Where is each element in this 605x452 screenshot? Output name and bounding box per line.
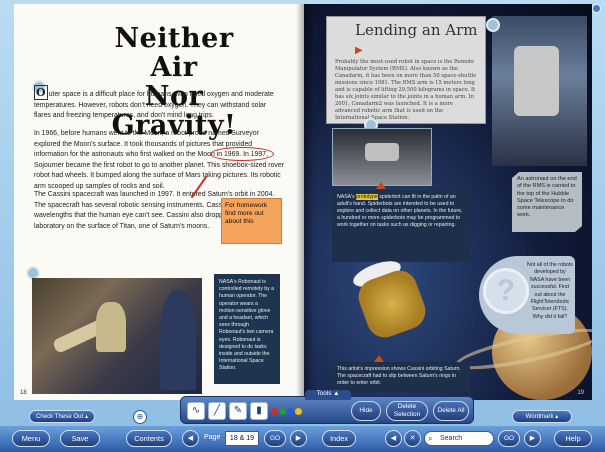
search-next-icon[interactable]: ▶ xyxy=(524,430,541,447)
sticky-note[interactable]: For homework find more out about this xyxy=(221,198,282,244)
delete-selection-button[interactable]: Delete Selection xyxy=(386,401,428,421)
ftis-text: Not all of the robots developed by NASA … xyxy=(527,262,573,320)
spiderbot-photo[interactable] xyxy=(332,128,432,186)
tool-icon-group: ∿ ╱ ✎ ▮ xyxy=(187,401,302,421)
page-go-button[interactable]: GO xyxy=(264,430,286,447)
play-triangle-icon[interactable]: ▶ xyxy=(355,45,363,56)
close-button[interactable] xyxy=(592,4,601,13)
bottom-toolbar: Menu Save Contents ◀ Page 18 & 19 GO ▶ I… xyxy=(0,426,605,452)
question-mark-icon: ? xyxy=(483,268,529,314)
cassini-illustration[interactable] xyxy=(314,254,474,354)
swatch-green[interactable] xyxy=(279,407,286,415)
hubble-telescope-photo[interactable] xyxy=(492,16,587,166)
title-line-1: Neither Air xyxy=(114,23,234,83)
page-number-right: 19 xyxy=(577,390,584,396)
lending-title: Lending an Arm xyxy=(355,21,478,39)
spiderbot-figure xyxy=(365,143,399,161)
zoom-icon[interactable]: ⊕ xyxy=(133,410,147,424)
book-spread: Neither Air Nor Gravity! Outer space is … xyxy=(14,4,592,400)
tools-panel: Tools ▲ ∿ ╱ ✎ ▮ Hide Delete Selection De… xyxy=(180,390,474,424)
highlighter-icon[interactable]: ╱ xyxy=(208,402,226,420)
section-heading: Lending an Arm ▶ xyxy=(327,17,485,57)
right-page: Lending an Arm ▶ Probably the most-used … xyxy=(304,4,592,400)
pen-icon[interactable]: ✎ xyxy=(229,402,247,420)
freehand-icon[interactable]: ∿ xyxy=(187,402,205,420)
search-back-icon[interactable]: ◀ xyxy=(385,430,402,447)
eraser-icon[interactable]: ▮ xyxy=(250,402,268,420)
hide-button[interactable]: Hide xyxy=(351,401,381,421)
index-button[interactable]: Index xyxy=(322,430,356,447)
save-button[interactable]: Save xyxy=(60,430,100,447)
book-spine xyxy=(296,4,314,400)
swatch-blue[interactable] xyxy=(287,407,294,415)
paragraph-1: Outer space is a difficult place for hum… xyxy=(34,85,284,122)
page-number-input[interactable]: 18 & 19 xyxy=(225,431,259,446)
left-page: Neither Air Nor Gravity! Outer space is … xyxy=(14,4,304,400)
delete-all-button[interactable]: Delete All xyxy=(433,401,469,421)
robonaut-caption: NASA's Robonaut is controlled remotely b… xyxy=(214,274,280,384)
highlighted-word[interactable]: prototype xyxy=(356,194,378,200)
hotspot-marker[interactable] xyxy=(486,18,500,32)
search-input[interactable]: ⌕ Search xyxy=(424,431,494,446)
search-icon: ⌕ xyxy=(428,434,433,443)
page-title: Neither Air Nor Gravity! xyxy=(94,24,254,140)
lending-text: Probably the most-used robot in space is… xyxy=(335,59,477,121)
wordmark-button[interactable]: Wordmark ▴ xyxy=(512,410,572,423)
caption-arrow-icon xyxy=(376,182,386,189)
hubble-caption: An astronaut on the end of the RMS is ca… xyxy=(512,172,582,232)
contents-button[interactable]: Contents xyxy=(126,430,172,447)
robonaut-figure xyxy=(96,302,126,352)
operator-figure xyxy=(160,290,196,390)
spiderbot-caption: NASA's prototype spiderbot can fit in th… xyxy=(332,190,470,262)
prev-page-icon[interactable]: ◀ xyxy=(182,430,199,447)
drop-cap: O xyxy=(34,85,48,100)
next-page-icon[interactable]: ▶ xyxy=(290,430,307,447)
swatch-yellow[interactable] xyxy=(295,407,302,415)
lending-an-arm-box: Lending an Arm ▶ Probably the most-used … xyxy=(326,16,486,124)
robonaut-photo[interactable] xyxy=(32,278,202,394)
swatch-red[interactable] xyxy=(271,407,278,415)
page-label: Page xyxy=(204,434,221,441)
telescope-figure xyxy=(514,46,559,116)
tools-tab[interactable]: Tools ▲ xyxy=(305,390,351,400)
cassini-caption: This artist's impression shows Cassini o… xyxy=(332,362,470,392)
ftis-question-box[interactable]: ? Not all of the robots developed by NAS… xyxy=(479,256,575,334)
search-go-button[interactable]: GO xyxy=(498,430,520,447)
clear-search-icon[interactable]: ✕ xyxy=(404,430,421,447)
page-number-left: 18 xyxy=(20,390,27,396)
paragraph-1-text: uter space is a difficult place for huma… xyxy=(34,91,274,120)
handwritten-circle-annotation[interactable] xyxy=(210,147,274,161)
check-these-out-button[interactable]: Check These Out ▴ xyxy=(29,410,95,423)
menu-button[interactable]: Menu xyxy=(12,430,50,447)
ebook-reader-window: Neither Air Nor Gravity! Outer space is … xyxy=(0,0,605,452)
help-button[interactable]: Help xyxy=(554,430,592,447)
caption-arrow-icon xyxy=(374,355,384,362)
color-swatches xyxy=(271,407,302,415)
